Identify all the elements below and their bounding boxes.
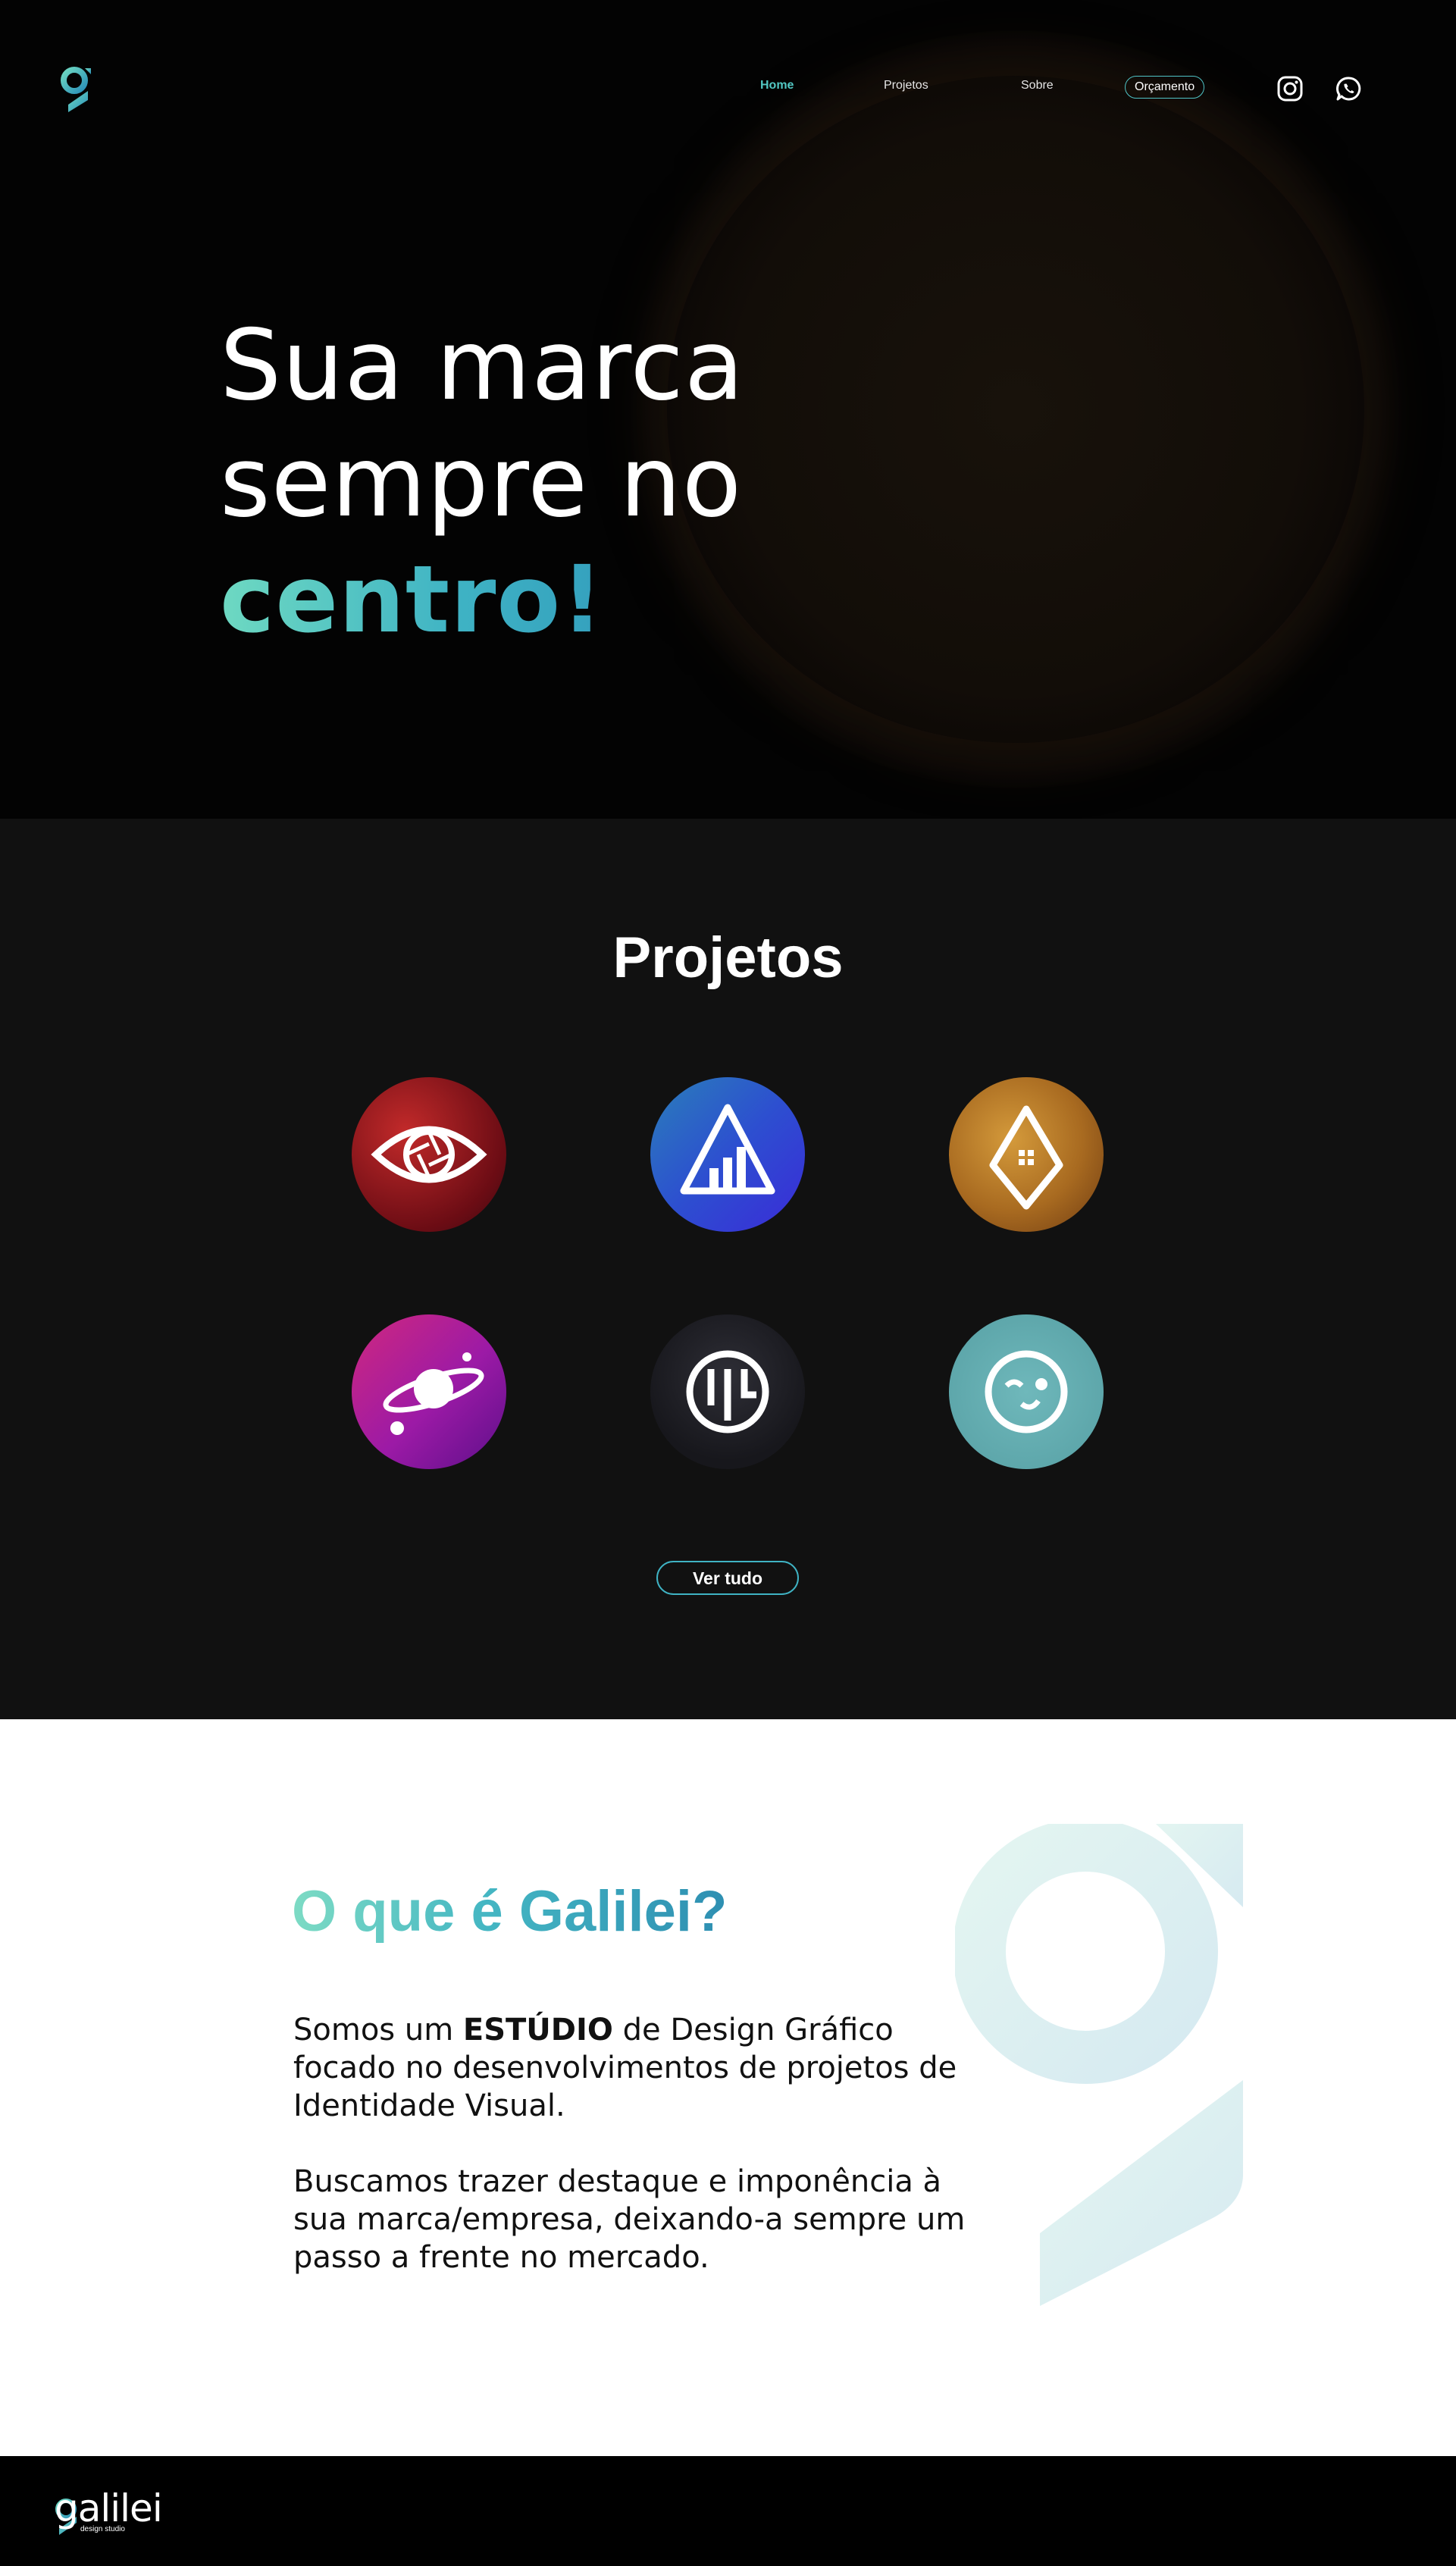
hero-line-3-highlight: centro!	[220, 541, 744, 658]
about-p1-emphasis: ESTÚDIO	[462, 2013, 613, 2047]
whatsapp-icon[interactable]	[1335, 76, 1361, 102]
project-planet[interactable]	[352, 1314, 506, 1469]
galilei-g-watermark-icon	[955, 1824, 1243, 2306]
nav-sobre[interactable]: Sobre	[1021, 79, 1054, 92]
about-paragraph-2: Buscamos trazer destaque e imponência à …	[293, 2164, 966, 2275]
about-p1-text: Somos um	[293, 2013, 463, 2047]
about-paragraph-1: Somos um ESTÚDIO de Design Gráfico focad…	[293, 2011, 975, 2125]
project-winking-face[interactable]	[949, 1314, 1104, 1469]
winking-face-icon	[985, 1350, 1068, 1433]
hero-line-2: sempre no	[220, 425, 743, 539]
about-title: O que é Galilei?	[292, 1879, 728, 1944]
hero-line-1: Sua marca	[220, 309, 745, 422]
nav-home[interactable]: Home	[760, 79, 794, 92]
about-text: Somos um ESTÚDIO de Design Gráfico focad…	[293, 2011, 975, 2314]
projects-section: Projetos Ver tudo	[0, 819, 1456, 1719]
wg-monogram-icon	[686, 1350, 769, 1433]
planet-icon	[383, 1352, 484, 1435]
footer-tagline: design studio	[80, 2525, 125, 2533]
nav-orcamento-button[interactable]: Orçamento	[1125, 76, 1205, 99]
nav-projetos[interactable]: Projetos	[884, 79, 928, 92]
project-triangle-chart[interactable]	[650, 1077, 805, 1232]
about-section: O que é Galilei? Somos um ESTÚDIO de Des…	[0, 1719, 1456, 2456]
hero-section: Home Projetos Sobre Orçamento Sua marca …	[0, 0, 1456, 819]
view-all-button[interactable]: Ver tudo	[656, 1561, 799, 1595]
project-eye-aperture[interactable]	[352, 1077, 506, 1232]
main-nav: Home Projetos Sobre Orçamento	[0, 76, 1456, 106]
eye-aperture-icon	[371, 1126, 487, 1183]
house-pin-icon	[989, 1105, 1063, 1210]
footer: galilei design studio	[0, 2456, 1456, 2566]
project-wg-monogram[interactable]	[650, 1314, 805, 1469]
footer-logo[interactable]: galilei design studio	[55, 2486, 176, 2539]
projects-title: Projetos	[612, 926, 844, 990]
triangle-chart-icon	[680, 1104, 775, 1195]
project-house-pin[interactable]	[949, 1077, 1104, 1232]
footer-wordmark: galilei	[55, 2486, 163, 2530]
instagram-icon[interactable]	[1277, 76, 1303, 102]
hero-headline: Sua marca sempre no centro!	[220, 308, 744, 658]
